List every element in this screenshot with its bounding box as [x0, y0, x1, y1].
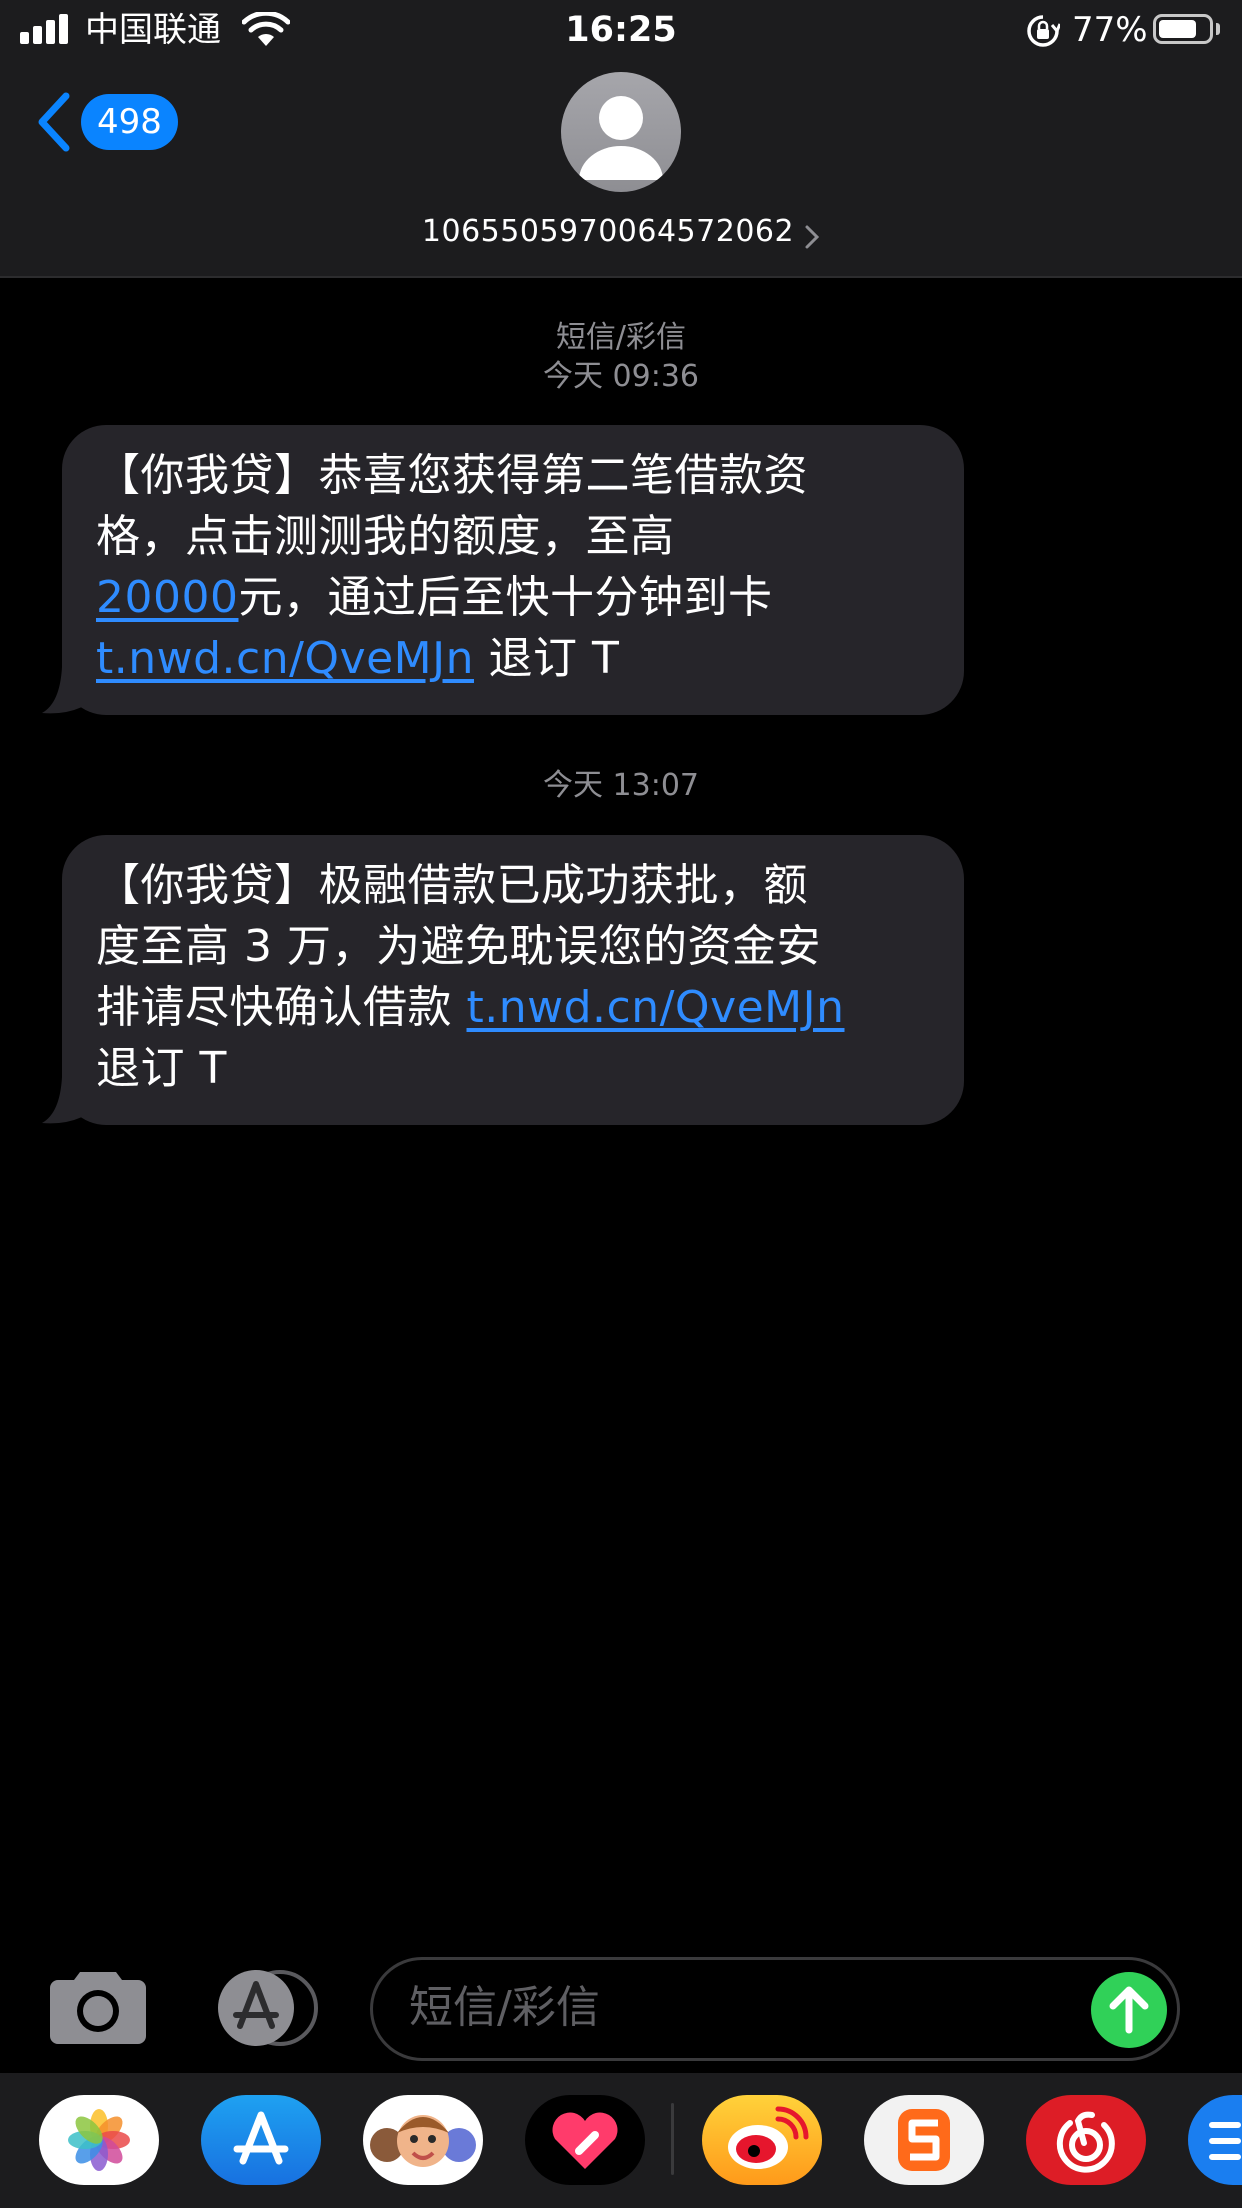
contact-number: 1065505970064572062	[421, 214, 795, 249]
send-button[interactable]	[1091, 1972, 1167, 2048]
sogou-glyph	[898, 2109, 950, 2171]
message-text: 退订 T	[96, 1043, 227, 1094]
digital-touch-icon[interactable]	[525, 2095, 645, 2185]
netease-music-icon[interactable]	[1026, 2095, 1146, 2185]
camera-button[interactable]	[50, 1966, 146, 2044]
memoji-icon[interactable]	[363, 2095, 483, 2185]
app-store-icon[interactable]	[201, 2095, 321, 2185]
battery-icon	[1153, 14, 1213, 44]
back-chevron-icon	[38, 92, 70, 152]
app-store-glyph	[233, 2111, 289, 2165]
message-bubble[interactable]: 【你我贷】极融借款已成功获批，额 度至高 3 万，为避免耽误您的资金安 排请尽快确认…	[62, 835, 964, 1125]
partial-app-glyph	[1209, 2122, 1241, 2160]
memoji-faces	[370, 2115, 476, 2167]
app-store-button[interactable]	[210, 1968, 320, 2048]
camera-icon	[50, 1972, 146, 2044]
back-button[interactable]: 498	[30, 84, 190, 160]
message-line: t.nwd.cn/QveMJn 退订 T	[96, 628, 930, 689]
message-text: 度至高 3 万，为避免耽误您的资金安	[96, 921, 821, 972]
message-text: 元，通过后至快十分钟到卡	[238, 572, 773, 623]
chevron-right-icon	[805, 225, 820, 248]
message-line: 【你我贷】恭喜您获得第二笔借款资	[96, 445, 930, 506]
message-field[interactable]	[370, 1957, 1180, 2061]
conversation-header: 498 1065505970064572062	[0, 62, 1242, 278]
message-text: 格，点击测测我的额度，至高	[96, 511, 675, 562]
message-line: 20000元，通过后至快十分钟到卡	[96, 567, 930, 628]
battery-level	[1159, 20, 1196, 38]
message-line: 【你我贷】极融借款已成功获批，额	[96, 855, 930, 916]
message-text: 【你我贷】极融借款已成功获批，额	[96, 860, 808, 911]
message-timestamp: 今天 09:36	[543, 359, 699, 394]
contact-name-button[interactable]: 1065505970064572062	[300, 202, 942, 262]
message-text: 【你我贷】恭喜您获得第二笔借款资	[96, 450, 808, 501]
message-input[interactable]	[409, 1976, 1049, 2040]
partial-app-icon[interactable]	[1188, 2095, 1242, 2185]
person-avatar-icon	[579, 96, 663, 180]
status-bar: 中国联通 16:25 77%	[0, 0, 1242, 62]
contact-avatar[interactable]	[561, 72, 681, 192]
message-link[interactable]: t.nwd.cn/QveMJn	[96, 633, 474, 684]
sogou-icon[interactable]	[864, 2095, 984, 2185]
heart-glyph	[552, 2112, 618, 2169]
unread-count-badge: 498	[81, 94, 178, 150]
message-link[interactable]: 20000	[96, 572, 238, 623]
message-text: 排请尽快确认借款	[96, 982, 467, 1033]
rotation-lock-icon	[1027, 15, 1060, 47]
message-line: 排请尽快确认借款 t.nwd.cn/QveMJn	[96, 977, 930, 1038]
bubble-tail	[42, 1077, 82, 1124]
message-line: 度至高 3 万，为避免耽误您的资金安	[96, 916, 930, 977]
battery-percent: 77%	[1072, 10, 1148, 50]
weibo-glyph	[728, 2106, 809, 2169]
drawer-divider	[671, 2103, 674, 2175]
bubble-tail	[42, 667, 82, 714]
weibo-icon[interactable]	[702, 2095, 822, 2185]
conversation-type-label: 短信/彩信	[555, 320, 687, 355]
message-line: 格，点击测测我的额度，至高	[96, 506, 930, 567]
message-text: 退订 T	[474, 633, 620, 684]
netease-glyph	[1056, 2111, 1115, 2173]
send-arrow-icon	[1109, 1986, 1149, 2034]
photos-icon[interactable]	[39, 2095, 159, 2185]
app-store-icon	[218, 1970, 318, 2046]
imessage-app-drawer	[0, 2073, 1242, 2208]
battery-cap	[1216, 23, 1220, 35]
message-timestamp: 今天 13:07	[543, 768, 699, 803]
message-bubble[interactable]: 【你我贷】恭喜您获得第二笔借款资 格，点击测测我的额度，至高 20000元，通过后至…	[62, 425, 964, 715]
photos-flower	[68, 2109, 130, 2171]
message-line: 退订 T	[96, 1038, 930, 1099]
message-link[interactable]: t.nwd.cn/QveMJn	[467, 982, 845, 1033]
